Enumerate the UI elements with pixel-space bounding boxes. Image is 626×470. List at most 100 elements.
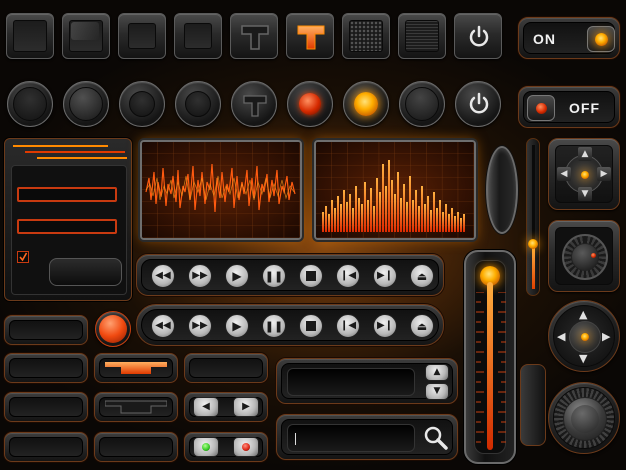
red-led-indicator <box>242 443 250 451</box>
dpad-square[interactable]: ▲ ▼ ◀ ▶ <box>548 138 620 210</box>
skip-back-button-1[interactable]: ❙◀ <box>336 264 360 288</box>
dpad-center-light <box>581 171 589 179</box>
skip-back-button-2[interactable]: ❙◀ <box>336 314 360 338</box>
rewind-icon: ◀◀ <box>155 320 171 331</box>
red-led-button[interactable] <box>233 437 259 457</box>
search-button[interactable] <box>421 422 451 454</box>
rotary-knob-panel <box>548 220 620 292</box>
t-tab-button[interactable] <box>94 392 178 422</box>
round-t-button[interactable] <box>231 81 277 127</box>
arrow-left-icon[interactable]: ◀ <box>557 331 565 342</box>
off-label: OFF <box>569 100 600 116</box>
pause-button-2[interactable]: ❚❚ <box>262 314 286 338</box>
arrow-up-icon[interactable]: ▲ <box>579 309 587 320</box>
search-icon <box>424 426 448 450</box>
arrow-left-icon[interactable]: ◀ <box>557 167 571 181</box>
left-right-stepper: ◀ ▶ <box>184 392 268 422</box>
play-button-1[interactable]: ▶ <box>225 264 249 288</box>
round-dpad-center-light <box>581 333 589 341</box>
off-toggle-switch[interactable]: OFF <box>518 86 620 128</box>
arrow-up-icon: ▲ <box>433 367 441 377</box>
wide-button-6[interactable] <box>94 432 178 462</box>
oval-button[interactable] <box>486 146 518 234</box>
spinner-up-button[interactable]: ▲ <box>425 364 449 381</box>
on-toggle-switch[interactable]: ON <box>518 17 620 59</box>
spinner-input-group: ▲ ▼ <box>276 358 458 404</box>
arrow-down-icon[interactable]: ▼ <box>578 187 592 201</box>
t-tab-button-active[interactable] <box>94 353 178 383</box>
lined-texture-button[interactable] <box>398 13 446 59</box>
round-orange-glow-button[interactable] <box>343 81 389 127</box>
wide-button-4[interactable] <box>4 392 88 422</box>
skip-forward-icon: ▶❙ <box>376 320 394 331</box>
arrow-right-button[interactable]: ▶ <box>233 397 259 417</box>
t-shaped-button[interactable] <box>230 13 278 59</box>
rotary-knob[interactable] <box>562 234 608 280</box>
power-icon <box>469 92 489 114</box>
vertical-pill-button[interactable] <box>520 364 546 446</box>
t-shaped-button-active[interactable] <box>286 13 334 59</box>
round-button-8[interactable] <box>399 81 445 127</box>
spinner-text-field[interactable] <box>287 368 415 396</box>
pause-icon: ❚❚ <box>264 269 284 283</box>
eject-button-2[interactable]: ⏏ <box>410 314 434 338</box>
power-icon <box>469 25 489 47</box>
stop-button-2[interactable] <box>299 314 323 338</box>
search-input[interactable] <box>287 424 415 452</box>
eject-icon: ⏏ <box>416 319 428 333</box>
round-button-1[interactable] <box>7 81 53 127</box>
round-dpad[interactable]: ▲ ▼ ◀ ▶ <box>548 300 620 372</box>
eject-icon: ⏏ <box>416 269 428 283</box>
rewind-button-1[interactable]: ◀◀ <box>151 264 175 288</box>
wide-button-2[interactable] <box>4 353 88 383</box>
wide-button-1[interactable] <box>4 315 88 345</box>
fast-forward-button-2[interactable]: ▶▶ <box>188 314 212 338</box>
square-button-4[interactable] <box>174 13 222 59</box>
play-icon: ▶ <box>232 319 242 333</box>
arrow-left-button[interactable]: ◀ <box>193 397 219 417</box>
green-led-indicator <box>202 443 210 451</box>
checkbox[interactable] <box>17 251 29 263</box>
skip-forward-button-1[interactable]: ▶❙ <box>373 264 397 288</box>
volume-dial[interactable] <box>548 382 620 454</box>
round-button-4[interactable] <box>175 81 221 127</box>
skip-forward-button-2[interactable]: ▶❙ <box>373 314 397 338</box>
arrow-up-icon[interactable]: ▲ <box>578 147 592 161</box>
play-button-2[interactable]: ▶ <box>225 314 249 338</box>
rewind-button-2[interactable]: ◀◀ <box>151 314 175 338</box>
round-button-2[interactable] <box>63 81 109 127</box>
spinner-down-button[interactable]: ▼ <box>425 383 449 400</box>
text-field-1[interactable] <box>17 187 117 202</box>
arrow-right-icon[interactable]: ▶ <box>597 167 611 181</box>
arrow-right-icon[interactable]: ▶ <box>602 331 610 342</box>
off-indicator-light <box>527 95 555 121</box>
arrow-down-icon[interactable]: ▼ <box>579 353 587 364</box>
green-led-button[interactable] <box>193 437 219 457</box>
speaker-grille-button[interactable] <box>342 13 390 59</box>
thermometer-gauge <box>464 250 516 464</box>
round-red-indicator-button[interactable] <box>287 81 333 127</box>
wide-button-3[interactable] <box>184 353 268 383</box>
pause-icon: ❚❚ <box>264 319 284 333</box>
stop-button-1[interactable] <box>299 264 323 288</box>
square-button-3[interactable] <box>118 13 166 59</box>
checkmark-icon <box>19 252 28 262</box>
eject-button-1[interactable]: ⏏ <box>410 264 434 288</box>
power-button-square[interactable] <box>454 13 502 59</box>
vertical-slider-track[interactable] <box>526 138 540 296</box>
square-button-1[interactable] <box>6 13 54 59</box>
square-button-glossy[interactable] <box>62 13 110 59</box>
vertical-slider-knob[interactable] <box>528 239 538 249</box>
on-label: ON <box>533 31 556 47</box>
stop-icon <box>306 321 316 331</box>
skip-back-icon: ❙◀ <box>339 270 357 281</box>
red-round-button[interactable] <box>95 311 131 347</box>
fast-forward-icon: ▶▶ <box>192 320 208 331</box>
pause-button-1[interactable]: ❚❚ <box>262 264 286 288</box>
text-field-2[interactable] <box>17 219 117 234</box>
round-button-3[interactable] <box>119 81 165 127</box>
fast-forward-button-1[interactable]: ▶▶ <box>188 264 212 288</box>
power-button-round[interactable] <box>455 81 501 127</box>
wide-button-5[interactable] <box>4 432 88 462</box>
form-submit-button[interactable] <box>49 258 122 286</box>
